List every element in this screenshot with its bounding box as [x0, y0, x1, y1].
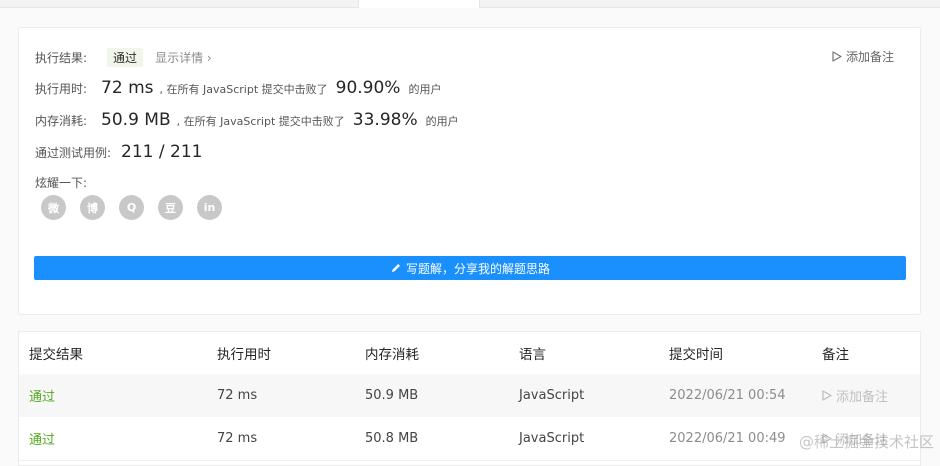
- memory-row: 内存消耗: 50.9 MB , 在所有 JavaScript 提交中击败了 33…: [35, 110, 459, 130]
- douban-icon[interactable]: 豆: [158, 195, 183, 220]
- table-row[interactable]: 通过 72 ms 50.8 MB JavaScript 2022/06/21 0…: [19, 417, 920, 461]
- write-solution-button[interactable]: 写题解，分享我的解题思路: [34, 256, 906, 280]
- tests-label: 通过测试用例:: [35, 146, 112, 160]
- memory-label: 内存消耗:: [35, 114, 88, 128]
- memory-percentile: 33.98%: [352, 110, 418, 130]
- row-language: JavaScript: [519, 388, 585, 403]
- runtime-row: 执行用时: 72 ms , 在所有 JavaScript 提交中击败了 90.9…: [35, 78, 441, 98]
- submissions-table: 提交结果 执行用时 内存消耗 语言 提交时间 备注 通过 72 ms 50.9 …: [18, 331, 921, 466]
- row-submit-time: 2022/06/21 00:54: [669, 388, 786, 403]
- status-row: 执行结果: 通过 显示详情 ›: [35, 48, 212, 67]
- table-row[interactable]: 通过 72 ms 50.9 MB JavaScript 2022/06/21 0…: [19, 374, 920, 418]
- header-language: 语言: [519, 347, 546, 363]
- write-solution-label: 写题解，分享我的解题思路: [405, 261, 550, 276]
- add-note-button[interactable]: 添加备注: [832, 48, 894, 65]
- runtime-beats-text: , 在所有 JavaScript 提交中击败了: [159, 83, 328, 96]
- row-add-note-label: 添加备注: [836, 390, 889, 405]
- runtime-percentile: 90.90%: [335, 78, 401, 98]
- runtime-label: 执行用时:: [35, 82, 88, 96]
- runtime-tail-text: 的用户: [408, 83, 442, 96]
- weibo-icon[interactable]: 博: [80, 195, 105, 220]
- runtime-value: 72 ms: [101, 78, 154, 98]
- memory-beats-text: , 在所有 JavaScript 提交中击败了: [176, 115, 345, 128]
- play-icon: [832, 51, 842, 62]
- submission-result-card: 执行结果: 通过 显示详情 › 添加备注 执行用时: 72 ms , 在所有 J…: [18, 27, 921, 315]
- header-note: 备注: [822, 347, 849, 363]
- row-runtime: 72 ms: [217, 388, 258, 403]
- active-tab[interactable]: [358, 0, 480, 8]
- qq-icon[interactable]: Q: [119, 195, 144, 220]
- row-language: JavaScript: [519, 431, 585, 446]
- row-status[interactable]: 通过: [29, 374, 55, 417]
- row-status[interactable]: 通过: [29, 417, 55, 460]
- pencil-icon: [391, 264, 400, 272]
- row-runtime: 72 ms: [217, 431, 258, 446]
- row-submit-time: 2022/06/21 00:49: [669, 431, 786, 446]
- show-details-link[interactable]: 显示详情 ›: [155, 49, 212, 66]
- add-note-label: 添加备注: [845, 50, 894, 64]
- header-memory: 内存消耗: [365, 347, 419, 363]
- tests-row: 通过测试用例: 211 / 211: [35, 142, 202, 162]
- linkedin-icon[interactable]: in: [197, 195, 222, 220]
- memory-tail-text: 的用户: [425, 115, 459, 128]
- table-header: 提交结果 执行用时 内存消耗 语言 提交时间 备注: [19, 332, 920, 375]
- share-icons: 微 博 Q 豆 in: [41, 195, 222, 220]
- share-label-row: 炫耀一下:: [35, 174, 87, 191]
- row-memory: 50.9 MB: [365, 388, 419, 403]
- header-submit-time: 提交时间: [669, 347, 723, 363]
- header-status: 提交结果: [29, 347, 83, 363]
- status-label: 执行结果:: [35, 51, 88, 65]
- status-badge: 通过: [107, 48, 144, 67]
- header-runtime: 执行用时: [217, 347, 271, 363]
- tests-value: 211 / 211: [121, 142, 203, 162]
- memory-value: 50.9 MB: [101, 110, 171, 130]
- row-add-note-button[interactable]: 添加备注: [822, 374, 888, 417]
- wechat-icon[interactable]: 微: [41, 195, 66, 220]
- share-label: 炫耀一下:: [35, 176, 88, 190]
- play-icon: [822, 390, 832, 401]
- row-memory: 50.8 MB: [365, 431, 419, 446]
- watermark: @稀土掘金技术社区: [798, 433, 934, 451]
